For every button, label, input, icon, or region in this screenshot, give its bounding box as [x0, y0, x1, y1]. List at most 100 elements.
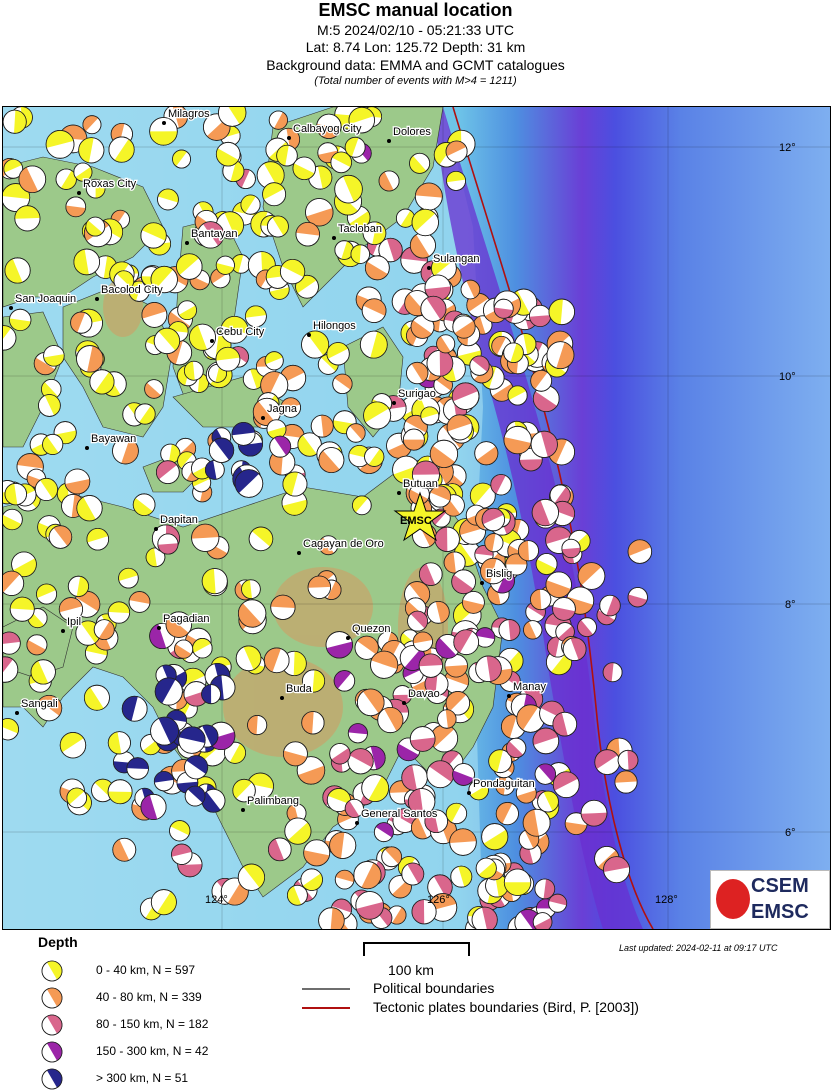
beachball: [76, 495, 103, 522]
place-dot: [480, 581, 484, 585]
beachball: [85, 216, 106, 237]
place-dot: [402, 701, 406, 705]
beachball: [183, 360, 204, 381]
place-dot: [261, 416, 265, 420]
beachball: [73, 248, 101, 276]
beachball: [318, 447, 345, 474]
beachball: [201, 684, 222, 705]
beachball: [9, 308, 32, 332]
beachball: [279, 258, 306, 285]
beachball: [402, 428, 425, 451]
place-dot: [210, 339, 214, 343]
beachball: [153, 771, 175, 792]
beachball: [264, 351, 284, 371]
logo-csem: CSEM: [751, 875, 809, 897]
place-dot: [185, 241, 189, 245]
beachball: [451, 569, 476, 595]
beachball: [475, 857, 497, 879]
beachball-icon: [41, 987, 63, 1009]
beachball: [481, 507, 506, 532]
beachball: [409, 152, 431, 174]
lon-tick-124: 124°: [205, 894, 228, 906]
beachball: [429, 439, 459, 469]
beachball: [157, 188, 179, 211]
beachball: [201, 788, 226, 813]
beachball: [121, 695, 148, 722]
beachball: [471, 906, 498, 929]
beachball: [436, 334, 456, 354]
beachball: [334, 869, 355, 890]
beachball: [30, 659, 56, 685]
beachball: [140, 793, 167, 820]
beachball: [434, 526, 460, 552]
beachball: [208, 437, 235, 463]
place-label: Butuan: [403, 478, 438, 490]
beachball: [517, 540, 539, 562]
beachball: [446, 414, 473, 441]
place-label: Sangali: [21, 698, 58, 710]
place-dot: [162, 121, 166, 125]
beachball: [475, 655, 502, 683]
beachball: [627, 587, 648, 608]
beachball: [234, 469, 264, 498]
beachball: [305, 198, 334, 227]
beachball: [535, 553, 558, 575]
place-dot: [15, 711, 19, 715]
tectonic-boundary-label: Tectonic plates boundaries (Bird, P. [20…: [373, 999, 639, 1015]
beachball: [266, 215, 289, 238]
beachball: [132, 493, 156, 516]
beachball: [268, 110, 288, 130]
beachball: [76, 345, 104, 373]
beachball: [43, 345, 65, 367]
beachball: [377, 706, 404, 734]
beachball: [452, 315, 476, 339]
beachball: [532, 727, 560, 755]
beachball: [614, 770, 638, 794]
place-label: Cebu City: [216, 326, 265, 338]
beachball: [334, 240, 354, 260]
beachball: [269, 435, 292, 458]
place-dot: [355, 821, 359, 825]
beachball: [267, 837, 292, 862]
lon-tick-126: 126°: [427, 894, 450, 906]
legend-title: Depth: [38, 934, 78, 950]
beachball: [240, 194, 261, 215]
beachball: [594, 749, 621, 776]
map-canvas[interactable]: Milagros Calbayog City Dolores Roxas City Ba…: [3, 107, 830, 929]
beachball: [364, 255, 390, 281]
beachball: [41, 987, 63, 1009]
beachball: [66, 787, 88, 809]
beachball: [262, 182, 287, 207]
beachball: [411, 208, 439, 237]
beachball: [452, 763, 475, 786]
beachball: [14, 205, 41, 232]
beachball: [141, 302, 168, 328]
beachball: [350, 244, 371, 264]
beachball: [364, 446, 385, 467]
beachball: [282, 471, 308, 497]
beachball: [140, 222, 167, 249]
csem-emsc-logo: CSEM EMSC: [710, 870, 830, 929]
beachball: [9, 596, 35, 622]
beachball: [241, 579, 261, 599]
beachball: [174, 639, 194, 659]
beachball: [64, 468, 91, 495]
beachball: [378, 170, 400, 192]
beachball: [333, 670, 356, 692]
beachball: [363, 401, 392, 430]
beachball: [332, 373, 353, 395]
beachball: [325, 631, 353, 659]
beachball: [303, 839, 331, 867]
beachball: [34, 477, 58, 502]
beachball: [307, 575, 332, 599]
beachball: [449, 828, 477, 856]
beachball: [93, 619, 115, 641]
legend-depth-label: 40 - 80 km, N = 339: [96, 990, 202, 1004]
seismicity-map[interactable]: Milagros Calbayog City Dolores Roxas City Ba…: [2, 106, 831, 930]
beachball: [36, 583, 58, 605]
lat-tick-6: 6°: [785, 827, 796, 839]
place-label: Dolores: [393, 126, 431, 138]
place-dot: [392, 401, 396, 405]
lat-tick-10: 10°: [779, 371, 796, 383]
beachball: [295, 222, 320, 247]
